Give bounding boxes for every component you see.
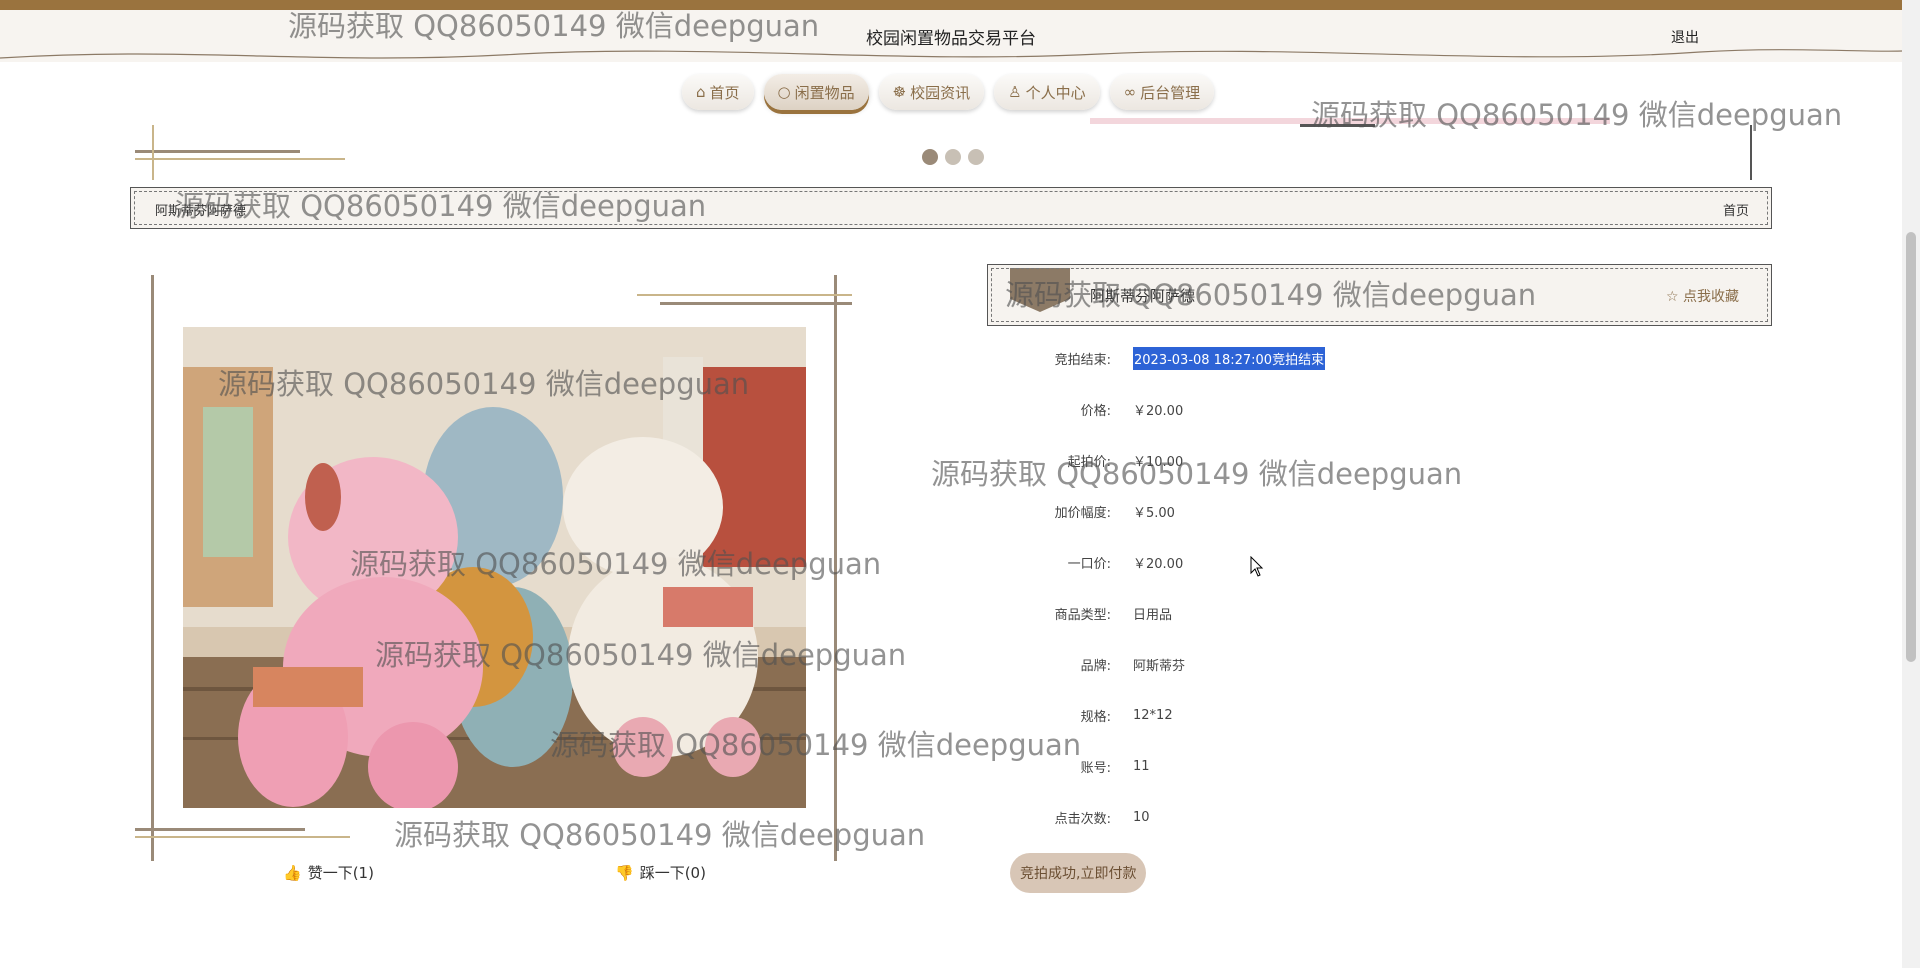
favorite-button[interactable]: ☆ 点我收藏 (1666, 286, 1739, 306)
watermark: 源码获取 QQ86050149 微信deepguan (1311, 98, 1843, 132)
detail-label: 商品类型: (1054, 608, 1111, 623)
dislike-label: 踩一下(0) (639, 864, 706, 882)
carousel-dot[interactable] (968, 149, 984, 165)
nav-idle-goods-label: 闲置物品 (794, 83, 855, 102)
like-button[interactable]: 👍 赞一下(1) (283, 862, 374, 883)
detail-label: 起拍价: (1067, 455, 1111, 470)
top-accent-strip (0, 0, 1920, 10)
detail-value: 2023-03-08 18:27:00竞拍结束 (1133, 347, 1326, 370)
nav-campus-news[interactable]: ☸ 校园资讯 (878, 74, 985, 110)
nav-personal-center-label: 个人中心 (1025, 83, 1086, 102)
product-image[interactable] (183, 327, 806, 808)
detail-label: 点击次数: (1054, 812, 1111, 827)
watermark: 源码获取 QQ86050149 微信deepguan (394, 818, 926, 852)
detail-row-increment: 加价幅度: ￥5.00 (1015, 486, 1675, 537)
detail-value: 10 (1133, 810, 1150, 825)
detail-row-start-price: 起拍价: ￥10.00 (1015, 435, 1675, 486)
detail-value: 阿斯蒂芬 (1133, 659, 1186, 674)
detail-row-price: 价格: ￥20.00 (1015, 384, 1675, 435)
palette-icon: ☸ (892, 83, 907, 101)
product-details: 竞拍结束: 2023-03-08 18:27:00竞拍结束 价格: ￥20.00… (1015, 333, 1675, 843)
decorative-line (135, 836, 350, 838)
decorative-line (1090, 118, 1610, 124)
link-icon: ∞ (1123, 83, 1137, 101)
detail-row-buyout: 一口价: ￥20.00 (1015, 537, 1675, 588)
detail-row-auction-end: 竞拍结束: 2023-03-08 18:27:00竞拍结束 (1015, 333, 1675, 384)
detail-label: 一口价: (1067, 557, 1111, 572)
detail-label: 规格: (1080, 710, 1111, 725)
breadcrumb-home-link[interactable]: 首页 (1723, 200, 1749, 219)
mouse-cursor-icon (1250, 556, 1264, 577)
decorative-line (637, 294, 852, 296)
scrollbar-thumb[interactable] (1906, 232, 1916, 662)
user-icon: ♙ (1008, 83, 1022, 101)
detail-row-category: 商品类型: 日用品 (1015, 588, 1675, 639)
detail-value: ￥20.00 (1133, 404, 1184, 419)
detail-label: 品牌: (1080, 659, 1111, 674)
detail-value: ￥5.00 (1133, 506, 1175, 521)
detail-value: ￥20.00 (1133, 557, 1184, 572)
detail-label: 账号: (1080, 761, 1111, 776)
product-title-box: 阿斯蒂芬阿萨德 ☆ 点我收藏 (987, 264, 1772, 326)
gallery-frame-right (834, 275, 837, 861)
thumbs-down-icon: 👎 (615, 863, 634, 882)
site-title: 校园闲置物品交易平台 (866, 29, 1036, 49)
nav-admin-label: 后台管理 (1140, 83, 1201, 102)
decorative-line (1300, 124, 1375, 127)
detail-label: 价格: (1080, 404, 1111, 419)
logout-link[interactable]: 退出 (1671, 27, 1699, 47)
detail-row-clicks: 点击次数: 10 (1015, 792, 1675, 843)
detail-value: ￥10.00 (1133, 455, 1184, 470)
breadcrumb: 阿斯蒂芬阿萨德 首页 (130, 187, 1772, 229)
detail-value: 日用品 (1133, 608, 1173, 623)
llama-plush-illustration (183, 327, 806, 808)
home-icon: ⌂ (696, 83, 706, 101)
decorative-line (152, 125, 154, 180)
thumbs-up-icon: 👍 (283, 863, 302, 882)
breadcrumb-current: 阿斯蒂芬阿萨德 (155, 204, 247, 219)
circle-icon: ○ (777, 83, 791, 101)
detail-row-spec: 规格: 12*12 (1015, 690, 1675, 741)
detail-row-brand: 品牌: 阿斯蒂芬 (1015, 639, 1675, 690)
decorative-line (135, 158, 345, 160)
decorative-line (135, 828, 305, 831)
carousel-dot[interactable] (945, 149, 961, 165)
pay-now-button[interactable]: 竞拍成功,立即付款 (1010, 853, 1147, 893)
page-scrollbar[interactable] (1902, 0, 1920, 968)
carousel-dots (922, 149, 984, 165)
nav-personal-center[interactable]: ♙ 个人中心 (994, 74, 1100, 110)
nav-home-label: 首页 (709, 83, 740, 102)
detail-label: 竞拍结束: (1054, 353, 1111, 368)
carousel-dot[interactable] (922, 149, 938, 165)
detail-value: 12*12 (1133, 708, 1173, 723)
gallery-frame-left (151, 275, 154, 861)
detail-row-account: 账号: 11 (1015, 741, 1675, 792)
nav-campus-news-label: 校园资讯 (910, 83, 971, 102)
like-label: 赞一下(1) (307, 864, 374, 882)
detail-label: 加价幅度: (1054, 506, 1111, 521)
decorative-line (660, 302, 852, 305)
decorative-line (1750, 125, 1752, 180)
nav-home[interactable]: ⌂ 首页 (682, 74, 754, 110)
product-title: 阿斯蒂芬阿萨德 (1090, 287, 1196, 305)
decorative-line (135, 150, 300, 153)
dislike-button[interactable]: 👎 踩一下(0) (615, 862, 706, 883)
nav-admin[interactable]: ∞ 后台管理 (1109, 74, 1215, 110)
detail-value: 11 (1133, 759, 1150, 774)
nav-idle-goods[interactable]: ○ 闲置物品 (763, 74, 869, 110)
main-nav: ⌂ 首页 ○ 闲置物品 ☸ 校园资讯 ♙ 个人中心 ∞ 后台管理 (682, 74, 1215, 110)
title-flag-decoration (1010, 268, 1070, 312)
